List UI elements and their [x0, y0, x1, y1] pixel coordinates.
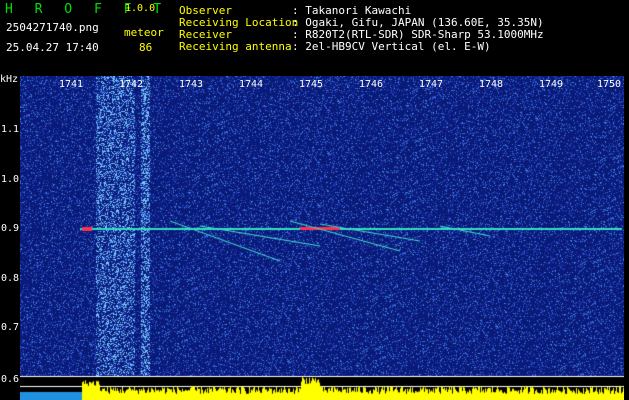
x-tick-label: 1750	[597, 79, 622, 90]
y-tick-label: 0.8	[1, 273, 20, 284]
x-tick-label: 1746	[359, 79, 384, 90]
x-tick-label: 1741	[59, 79, 84, 90]
x-tick-label: 1745	[299, 79, 324, 90]
file-name: 2504271740.png	[6, 21, 99, 34]
location-value: : Ogaki, Gifu, JAPAN (136.60E, 35.35N)	[292, 16, 544, 29]
y-tick-label: 0.7	[1, 322, 20, 333]
observer-label: Observer	[179, 4, 232, 17]
date-time: 25.04.27 17:40	[6, 41, 99, 54]
x-tick-label: 1747	[419, 79, 444, 90]
y-tick-label: 0.9	[1, 223, 20, 234]
observer-value: : Takanori Kawachi	[292, 4, 412, 17]
y-tick-label: 1.1	[1, 124, 20, 135]
antenna-label: Receiving antenna	[179, 40, 292, 53]
x-tick-label: 1744	[239, 79, 264, 90]
event-type: meteor	[124, 26, 164, 39]
header-panel: H R O F F T 1.0.0 2504271740.png meteor …	[0, 0, 629, 76]
app-version: 1.0.0	[125, 3, 156, 14]
y-unit-label: kHz	[0, 74, 19, 85]
antenna-value: : 2el-HB9CV Vertical (el. E-W)	[292, 40, 491, 53]
receiver-label: Receiver	[179, 28, 232, 41]
x-tick-label: 1749	[539, 79, 564, 90]
x-tick-label: 1743	[179, 79, 204, 90]
spectrogram-canvas	[20, 76, 624, 400]
x-tick-label: 1742	[119, 79, 144, 90]
y-tick-label: 0.6	[1, 374, 20, 385]
x-tick-label: 1748	[479, 79, 504, 90]
receiver-value: : R820T2(RTL-SDR) SDR-Sharp 53.1000MHz	[292, 28, 544, 41]
location-label: Receiving Location	[179, 16, 299, 29]
event-count: 86	[139, 41, 153, 54]
y-tick-label: 1.0	[1, 174, 20, 185]
